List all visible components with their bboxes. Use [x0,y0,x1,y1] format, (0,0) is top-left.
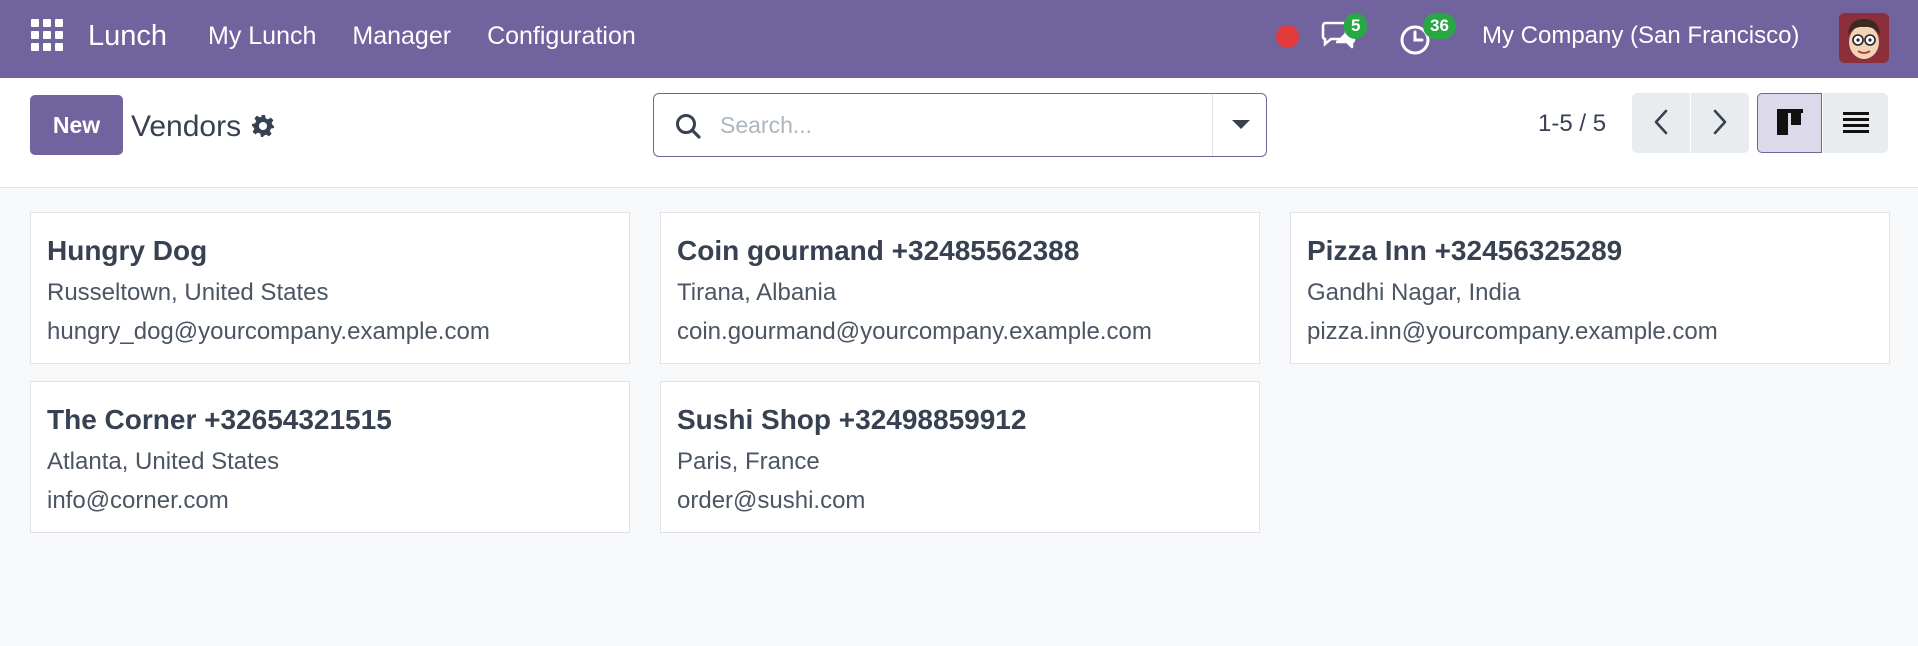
vendor-card[interactable]: The Corner +32654321515 Atlanta, United … [30,381,630,533]
new-button[interactable]: New [30,95,123,155]
chevron-right-icon [1713,109,1727,134]
vendor-location: Tirana, Albania [677,279,837,306]
top-navbar: Lunch My Lunch Manager Configuration 5 3… [0,0,1918,78]
nav-item-manager[interactable]: Manager [352,22,451,51]
pager-value[interactable]: 1-5 / 5 [1538,110,1606,138]
vendor-email: info@corner.com [47,487,229,514]
vendor-card[interactable]: Sushi Shop +32498859912 Paris, France or… [660,381,1260,533]
search-bar [653,93,1267,157]
company-switcher[interactable]: My Company (San Francisco) [1482,22,1799,50]
kanban-view-icon [1776,108,1803,135]
apps-grid-icon[interactable] [31,19,65,53]
search-input[interactable] [720,104,1180,146]
list-view-icon [1842,111,1869,133]
vendor-email: hungry_dog@yourcompany.example.com [47,318,490,345]
search-icon [674,112,702,140]
pager-next-button[interactable] [1691,93,1749,153]
pager-previous-button[interactable] [1632,93,1690,153]
control-panel: New Vendors 1-5 / 5 [0,78,1918,188]
vendor-location: Russeltown, United States [47,279,329,306]
activities-badge: 36 [1423,13,1456,39]
page-title: Vendors [131,110,242,143]
user-avatar[interactable] [1839,13,1889,63]
vendor-location: Gandhi Nagar, India [1307,279,1521,306]
vendor-name: Coin gourmand +32485562388 [677,235,1080,266]
vendor-name: Sushi Shop +32498859912 [677,404,1027,435]
search-options-toggle[interactable] [1212,94,1266,156]
list-view-button[interactable] [1823,93,1888,153]
vendor-location: Paris, France [677,448,820,475]
nav-menu: My Lunch Manager Configuration [208,22,636,51]
vendor-email: coin.gourmand@yourcompany.example.com [677,318,1152,345]
vendor-kanban: Hungry Dog Russeltown, United States hun… [0,188,1918,646]
vendor-location: Atlanta, United States [47,448,280,475]
vendor-card[interactable]: Hungry Dog Russeltown, United States hun… [30,212,630,364]
recording-indicator[interactable] [1276,25,1299,48]
vendor-email: order@sushi.com [677,487,866,514]
nav-item-my-lunch[interactable]: My Lunch [208,22,316,51]
nav-item-configuration[interactable]: Configuration [487,22,636,51]
app-brand[interactable]: Lunch [88,20,167,53]
vendor-card[interactable]: Coin gourmand +32485562388 Tirana, Alban… [660,212,1260,364]
gear-icon[interactable] [251,114,275,138]
vendor-name: Hungry Dog [47,235,208,266]
vendor-email: pizza.inn@yourcompany.example.com [1307,318,1718,345]
messages-badge: 5 [1344,13,1368,39]
vendor-name: Pizza Inn +32456325289 [1307,235,1623,266]
kanban-view-button[interactable] [1757,93,1822,153]
vendor-card[interactable]: Pizza Inn +32456325289 Gandhi Nagar, Ind… [1290,212,1890,364]
chevron-left-icon [1654,109,1668,134]
vendor-name: The Corner +32654321515 [47,404,392,435]
